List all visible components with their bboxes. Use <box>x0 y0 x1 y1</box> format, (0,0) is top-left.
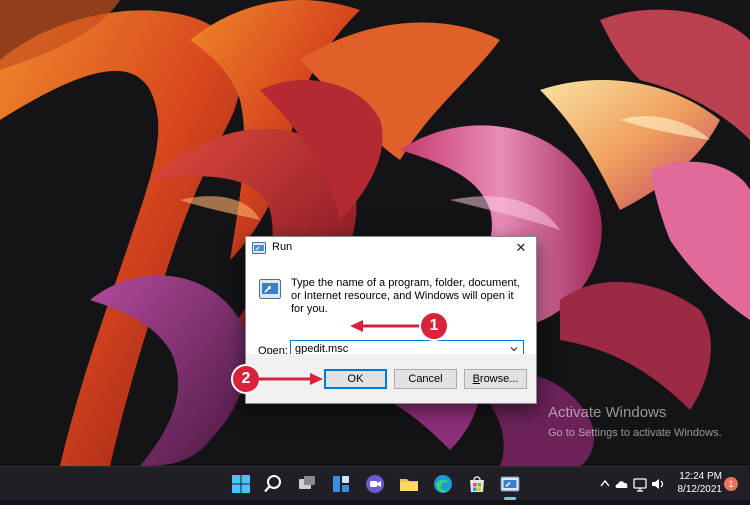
system-clock[interactable]: 12:24 PM 8/12/2021 <box>670 470 723 496</box>
ok-button[interactable]: OK <box>324 369 387 389</box>
clock-date: 8/12/2021 <box>677 484 723 495</box>
edge-icon[interactable] <box>432 473 454 495</box>
widgets-icon[interactable] <box>330 473 352 495</box>
dialog-title: Run <box>272 241 293 253</box>
clock-time: 12:24 PM <box>679 471 722 482</box>
desktop: Activate Windows Go to Settings to activ… <box>0 0 750 466</box>
taskbar: 12:24 PM 8/12/2021 1 <box>0 466 750 500</box>
dialog-titlebar[interactable]: Run ✕ <box>246 237 536 259</box>
chevron-down-icon[interactable] <box>509 344 519 354</box>
run-app-icon[interactable] <box>499 473 521 495</box>
start-icon[interactable] <box>230 473 252 495</box>
search-icon[interactable] <box>262 473 284 495</box>
chevron-up-icon[interactable] <box>598 467 612 501</box>
annotation-arrow-1 <box>350 320 430 332</box>
step-badge-1: 1 <box>419 311 449 341</box>
store-icon[interactable] <box>466 473 488 495</box>
file-explorer-icon[interactable] <box>398 473 420 495</box>
browse-accel: B <box>472 373 480 385</box>
chat-icon[interactable] <box>364 473 386 495</box>
task-view-icon[interactable] <box>296 473 318 495</box>
watermark-subtitle: Go to Settings to activate Windows. <box>548 427 722 439</box>
browse-button[interactable]: Browse... <box>464 369 527 389</box>
run-program-icon <box>259 279 281 302</box>
run-app-icon <box>252 242 266 257</box>
browse-rest: rowse... <box>479 373 519 385</box>
network-icon[interactable] <box>632 467 648 501</box>
activation-watermark: Activate Windows Go to Settings to activ… <box>548 404 722 441</box>
volume-icon[interactable] <box>650 467 666 501</box>
dialog-description: Type the name of a program, folder, docu… <box>291 277 520 315</box>
annotation-arrow-2 <box>259 373 323 385</box>
watermark-title: Activate Windows <box>548 404 667 421</box>
notification-badge[interactable]: 1 <box>724 477 738 491</box>
cancel-button[interactable]: Cancel <box>394 369 457 389</box>
close-button[interactable]: ✕ <box>506 237 536 259</box>
step-badge-2: 2 <box>231 364 261 394</box>
dialog-body: Type the name of a program, folder, docu… <box>246 259 536 358</box>
onedrive-cloud-icon[interactable] <box>614 467 630 501</box>
